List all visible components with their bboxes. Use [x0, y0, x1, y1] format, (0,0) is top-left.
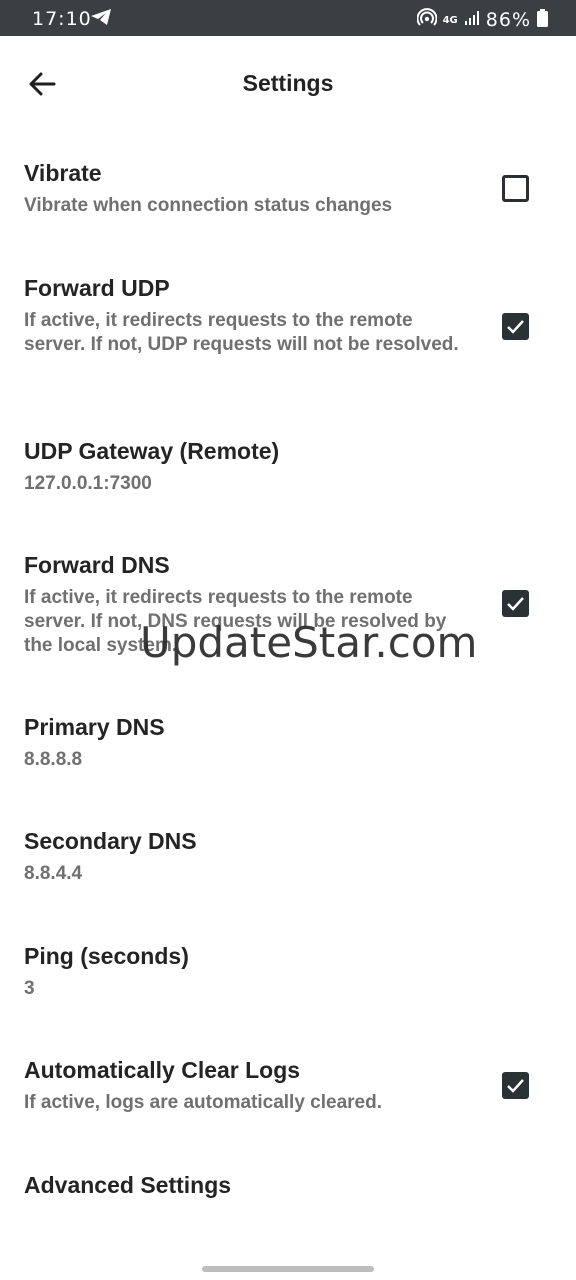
status-icons: 4G 86%	[416, 8, 548, 32]
signal-icon	[464, 10, 480, 30]
setting-value: 8.8.4.4	[24, 863, 83, 884]
setting-subtitle: If active, logs are automatically cleare…	[24, 1092, 382, 1113]
setting-ping[interactable]: Ping (seconds) 3	[0, 933, 576, 1013]
setting-subtitle: If active, it redirects requests to the …	[24, 310, 459, 355]
auto-clear-logs-checkbox[interactable]	[502, 1072, 529, 1099]
setting-advanced[interactable]: Advanced Settings	[0, 1162, 576, 1222]
setting-udp-gateway[interactable]: UDP Gateway (Remote) 127.0.0.1:7300	[0, 428, 576, 508]
setting-title: Advanced Settings	[24, 1172, 232, 1198]
battery-icon	[537, 9, 548, 31]
setting-title: Ping (seconds)	[24, 943, 189, 969]
setting-title: Automatically Clear Logs	[24, 1057, 301, 1083]
forward-udp-checkbox[interactable]	[502, 313, 529, 340]
setting-subtitle: Vibrate when connection status changes	[24, 195, 393, 216]
setting-secondary-dns[interactable]: Secondary DNS 8.8.4.4	[0, 818, 576, 898]
setting-title: Primary DNS	[24, 714, 165, 740]
setting-value: 8.8.8.8	[24, 749, 83, 770]
setting-title: Secondary DNS	[24, 828, 197, 854]
forward-dns-checkbox[interactable]	[502, 590, 529, 617]
watermark: UpdateStar.com	[140, 618, 478, 667]
setting-value: 127.0.0.1:7300	[24, 473, 152, 494]
page-title: Settings	[242, 70, 334, 96]
hotspot-icon	[416, 8, 438, 32]
setting-title: Forward DNS	[24, 552, 170, 578]
setting-title: UDP Gateway (Remote)	[24, 438, 280, 464]
battery-level: 86%	[485, 9, 531, 31]
network-type: 4G	[442, 14, 458, 26]
app-bar: Settings	[0, 36, 576, 132]
vibrate-checkbox[interactable]	[502, 175, 529, 202]
setting-forward-udp[interactable]: Forward UDP If active, it redirects requ…	[0, 265, 576, 395]
setting-vibrate[interactable]: Vibrate Vibrate when connection status c…	[0, 150, 576, 240]
setting-title: Forward UDP	[24, 275, 170, 301]
setting-primary-dns[interactable]: Primary DNS 8.8.8.8	[0, 704, 576, 784]
setting-auto-clear-logs[interactable]: Automatically Clear Logs If active, logs…	[0, 1047, 576, 1137]
telegram-icon	[90, 8, 112, 30]
status-time: 17:10	[32, 8, 92, 30]
setting-value: 3	[24, 978, 35, 999]
setting-title: Vibrate	[24, 160, 102, 186]
home-indicator[interactable]	[202, 1266, 374, 1272]
status-bar: 17:10 4G 86%	[0, 0, 576, 36]
